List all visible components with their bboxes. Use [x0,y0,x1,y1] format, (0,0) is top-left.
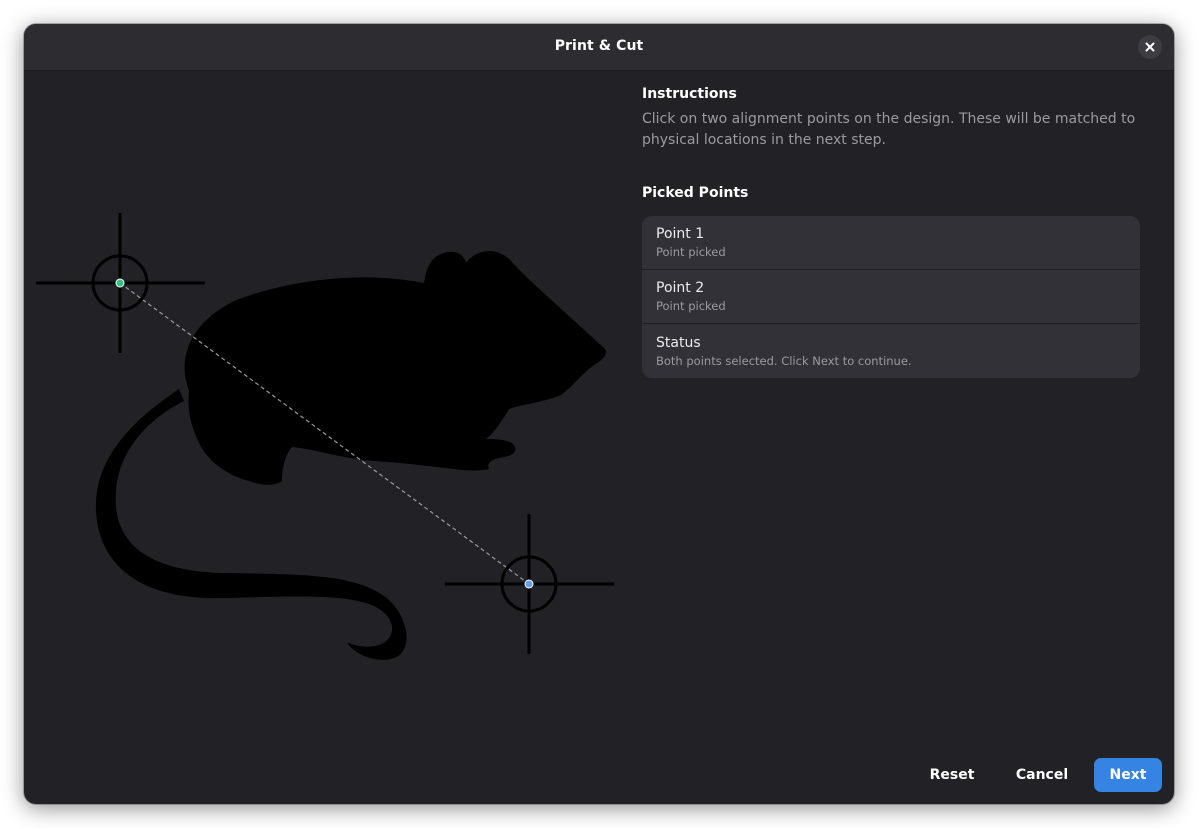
close-icon [1145,42,1155,52]
point-2-row: Point 2 Point picked [642,270,1140,324]
point-1-row: Point 1 Point picked [642,216,1140,270]
cancel-button[interactable]: Cancel [1007,758,1077,792]
design-canvas[interactable] [24,71,624,751]
point-1-status: Point picked [656,245,726,259]
instructions-text: Click on two alignment points on the des… [642,111,1136,148]
dialog-title: Print & Cut [554,38,644,54]
print-and-cut-dialog: Print & Cut Instructions Click on two al… [24,24,1174,804]
next-button[interactable]: Next [1094,758,1162,792]
mouse-body [184,251,606,485]
instructions-heading: Instructions [642,86,737,102]
design-preview [36,213,614,660]
status-message: Both points selected. Click Next to cont… [656,353,912,368]
status-title: Status [656,334,701,351]
close-button[interactable] [1138,35,1162,59]
point-2-title: Point 2 [656,280,705,296]
point-1-marker[interactable] [115,278,125,288]
point-1-title: Point 1 [656,226,705,242]
picked-points-heading: Picked Points [642,185,749,201]
picked-points-list: Point 1 Point picked Point 2 Point picke… [642,216,1140,378]
status-row: Status Both points selected. Click Next … [642,324,1140,378]
side-panel: Instructions Click on two alignment poin… [642,86,1142,378]
point-2-marker[interactable] [524,579,534,589]
reset-button[interactable]: Reset [920,758,984,792]
point-2-status: Point picked [656,299,726,313]
titlebar: Print & Cut [24,24,1174,71]
